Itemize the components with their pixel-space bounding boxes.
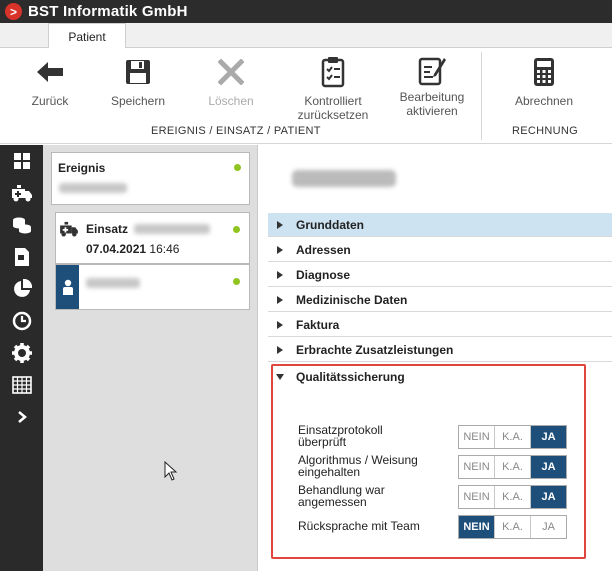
edit-form-icon [417, 54, 447, 86]
section-zusatzleistungen[interactable]: Erbrachte Zusatzleistungen [268, 338, 612, 362]
ribbon-toolbar: Zurück Speichern Löschen Kontrolliert zu… [0, 48, 612, 144]
case-list-panel: Ereignis Einsatz 07.04.2021 16:46 [43, 145, 258, 571]
expand-triangle-icon [277, 345, 283, 354]
dashboard-grid-icon[interactable] [0, 145, 43, 177]
close-x-icon [218, 56, 244, 88]
activate-editing-button[interactable]: Bearbeitung aktivieren [392, 54, 472, 118]
mouse-cursor-icon [164, 460, 178, 484]
expand-triangle-icon [277, 270, 283, 279]
quality-row-label: Behandlung war angemessen [298, 483, 385, 509]
arrow-left-icon [35, 56, 65, 88]
calculator-icon [533, 56, 555, 88]
delete-button[interactable]: Löschen [201, 56, 261, 108]
quality-row-label: Rücksprache mit Team [298, 519, 420, 533]
option-ka[interactable]: K.A. [495, 456, 531, 478]
section-grunddaten[interactable]: Grunddaten [268, 213, 612, 237]
collapse-triangle-icon [276, 374, 284, 380]
status-dot [233, 226, 240, 233]
activate-editing-label: Bearbeitung aktivieren [399, 90, 465, 118]
section-label: Qualitätssicherung [296, 370, 405, 384]
ambulance-icon [59, 221, 79, 240]
invoice-button-label: Abrechnen [514, 94, 574, 108]
nein-ka-ja-toggle[interactable]: NEIN K.A. JA [458, 515, 567, 539]
section-medizinische-daten[interactable]: Medizinische Daten [268, 288, 612, 312]
section-faktura[interactable]: Faktura [268, 313, 612, 337]
option-ja[interactable]: JA [531, 486, 566, 508]
option-ja[interactable]: JA [531, 516, 566, 538]
app-title: BST Informatik GmbH [28, 3, 188, 20]
einsatz-time: 16:46 [149, 242, 180, 256]
delete-button-label: Löschen [208, 94, 254, 108]
section-qualitaetssicherung[interactable]: Qualitätssicherung [268, 365, 612, 389]
reset-controlled-button[interactable]: Kontrolliert zurücksetzen [293, 56, 373, 122]
redacted-text [59, 183, 127, 193]
ereignis-card[interactable]: Ereignis [51, 152, 250, 205]
clock-icon[interactable] [0, 305, 43, 337]
section-adressen[interactable]: Adressen [268, 238, 612, 262]
pie-chart-icon[interactable] [0, 273, 43, 305]
tab-patient[interactable]: Patient [48, 23, 126, 49]
patient-card[interactable] [55, 264, 250, 310]
einsatz-datetime: 07.04.2021 16:46 [86, 242, 179, 256]
save-button[interactable]: Speichern [106, 56, 170, 108]
status-dot [234, 164, 241, 171]
document-icon[interactable] [0, 241, 43, 273]
nein-ka-ja-toggle[interactable]: NEIN K.A. JA [458, 455, 567, 479]
einsatz-label: Einsatz [86, 222, 129, 236]
ambulance-icon[interactable] [0, 177, 43, 209]
option-ka[interactable]: K.A. [495, 426, 531, 448]
expand-triangle-icon [277, 245, 283, 254]
calendar-grid-icon[interactable] [0, 369, 43, 401]
section-label: Grunddaten [296, 217, 364, 232]
redacted-patient-name [292, 170, 396, 187]
section-label: Medizinische Daten [296, 292, 408, 307]
section-label: Diagnose [296, 267, 351, 282]
option-ka[interactable]: K.A. [495, 486, 531, 508]
section-label: Faktura [296, 317, 340, 332]
reset-controlled-label: Kontrolliert zurücksetzen [297, 94, 369, 122]
section-label: Erbrachte Zusatzleistungen [296, 342, 454, 357]
ereignis-label: Ereignis [58, 161, 106, 175]
expand-triangle-icon [277, 295, 283, 304]
option-nein[interactable]: NEIN [459, 456, 495, 478]
expand-triangle-icon [277, 320, 283, 329]
nein-ka-ja-toggle[interactable]: NEIN K.A. JA [458, 485, 567, 509]
invoice-button[interactable]: Abrechnen [509, 56, 579, 108]
option-nein[interactable]: NEIN [459, 516, 495, 538]
clipboard-check-icon [320, 56, 346, 88]
ribbon-group-label: EREIGNIS / EINSATZ / PATIENT [151, 125, 321, 137]
option-ja[interactable]: JA [531, 456, 566, 478]
back-button-label: Zurück [31, 94, 69, 108]
nein-ka-ja-toggle[interactable]: NEIN K.A. JA [458, 425, 567, 449]
option-nein[interactable]: NEIN [459, 486, 495, 508]
section-label: Adressen [296, 242, 351, 257]
redacted-text [86, 278, 140, 288]
coins-icon[interactable] [0, 209, 43, 241]
title-bar: > BST Informatik GmbH [0, 0, 612, 23]
quality-row-label: Algorithmus / Weisung eingehalten [298, 453, 418, 479]
redacted-text [134, 224, 210, 234]
gear-icon[interactable] [0, 337, 43, 369]
einsatz-date: 07.04.2021 [86, 242, 147, 256]
ribbon-separator [481, 52, 482, 140]
sidebar-icon-bar [0, 145, 43, 571]
tab-strip: Patient [0, 23, 612, 49]
chevron-right-icon[interactable] [0, 401, 43, 433]
quality-row-label: Einsatzprotokoll überprüft [298, 423, 383, 449]
ribbon-group-label: RECHNUNG [512, 125, 578, 137]
expand-triangle-icon [277, 220, 283, 229]
status-dot [233, 278, 240, 285]
option-ja[interactable]: JA [531, 426, 566, 448]
option-ka[interactable]: K.A. [495, 516, 531, 538]
save-button-label: Speichern [110, 94, 166, 108]
einsatz-card[interactable]: Einsatz 07.04.2021 16:46 [55, 212, 250, 264]
person-icon [56, 265, 79, 309]
floppy-disk-icon [124, 56, 152, 88]
app-logo-icon: > [5, 3, 22, 20]
option-nein[interactable]: NEIN [459, 426, 495, 448]
section-diagnose[interactable]: Diagnose [268, 263, 612, 287]
back-button[interactable]: Zurück [22, 56, 78, 108]
